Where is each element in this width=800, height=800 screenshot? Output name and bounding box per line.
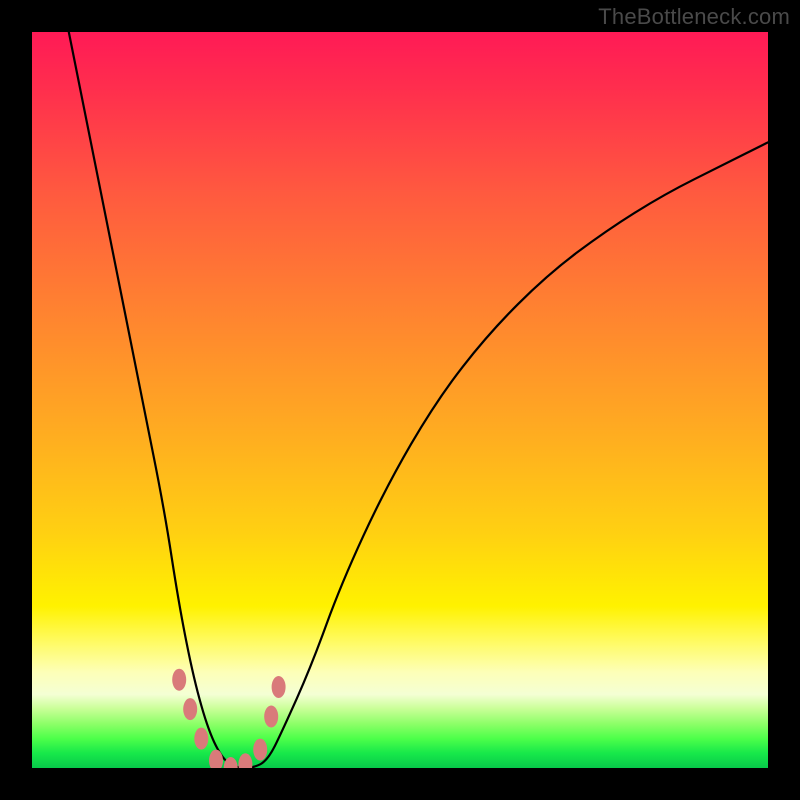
curve-marker [264, 706, 278, 728]
curve-marker [224, 757, 238, 768]
curve-svg [32, 32, 768, 768]
curve-marker [194, 728, 208, 750]
plot-area [32, 32, 768, 768]
watermark-text: TheBottleneck.com [598, 4, 790, 30]
curve-marker [238, 753, 252, 768]
bottleneck-curve [69, 32, 768, 768]
curve-marker [253, 739, 267, 761]
curve-marker [172, 669, 186, 691]
curve-marker [272, 676, 286, 698]
curve-marker [209, 750, 223, 768]
chart-frame: TheBottleneck.com [0, 0, 800, 800]
curve-marker [183, 698, 197, 720]
curve-markers [172, 669, 285, 768]
